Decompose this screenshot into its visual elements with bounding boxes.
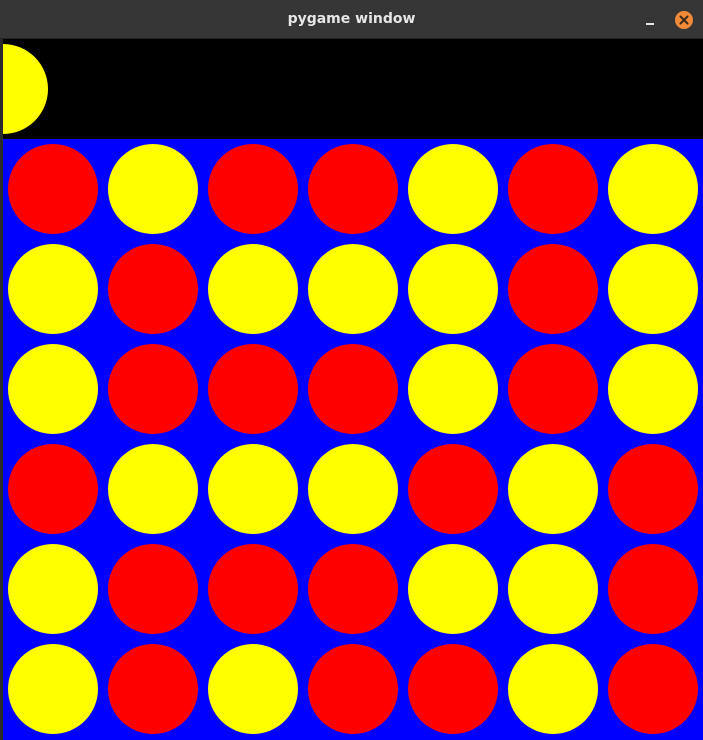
board-cell[interactable] [508, 144, 598, 234]
board-cell[interactable] [608, 444, 698, 534]
game-canvas[interactable] [3, 39, 703, 740]
board-cell[interactable] [608, 644, 698, 734]
board-cell[interactable] [208, 244, 298, 334]
minimize-icon [646, 23, 654, 25]
board-cell[interactable] [508, 344, 598, 434]
window-titlebar[interactable]: pygame window [0, 0, 703, 39]
board-cell[interactable] [408, 444, 498, 534]
board-cell[interactable] [508, 644, 598, 734]
game-board[interactable] [3, 139, 703, 740]
minimize-button[interactable] [640, 10, 660, 30]
board-cell[interactable] [208, 444, 298, 534]
board-cell[interactable] [508, 444, 598, 534]
board-cell[interactable] [308, 144, 398, 234]
board-cell[interactable] [308, 644, 398, 734]
board-cell[interactable] [8, 544, 98, 634]
board-cell[interactable] [408, 644, 498, 734]
board-cell[interactable] [508, 244, 598, 334]
board-cell[interactable] [208, 544, 298, 634]
board-cell[interactable] [8, 644, 98, 734]
board-cell[interactable] [108, 644, 198, 734]
board-cell[interactable] [108, 544, 198, 634]
board-cell[interactable] [108, 244, 198, 334]
board-cell[interactable] [108, 344, 198, 434]
board-cell[interactable] [8, 344, 98, 434]
board-cell[interactable] [608, 544, 698, 634]
board-cell[interactable] [608, 144, 698, 234]
board-cell[interactable] [108, 444, 198, 534]
board-cell[interactable] [608, 344, 698, 434]
board-cell[interactable] [8, 444, 98, 534]
board-cell[interactable] [508, 544, 598, 634]
board-cell[interactable] [408, 544, 498, 634]
board-cell[interactable] [208, 144, 298, 234]
board-cell[interactable] [308, 344, 398, 434]
close-button[interactable] [675, 11, 693, 29]
board-cell[interactable] [408, 144, 498, 234]
board-cell[interactable] [8, 244, 98, 334]
board-cell[interactable] [308, 544, 398, 634]
board-cell[interactable] [408, 244, 498, 334]
board-cell[interactable] [208, 644, 298, 734]
board-cell[interactable] [408, 344, 498, 434]
board-cell[interactable] [308, 444, 398, 534]
board-cell[interactable] [608, 244, 698, 334]
board-cell[interactable] [308, 244, 398, 334]
board-cell[interactable] [208, 344, 298, 434]
hover-piece [3, 44, 48, 134]
window-title: pygame window [287, 11, 416, 27]
board-cell[interactable] [8, 144, 98, 234]
board-cell[interactable] [108, 144, 198, 234]
close-icon [679, 15, 689, 25]
